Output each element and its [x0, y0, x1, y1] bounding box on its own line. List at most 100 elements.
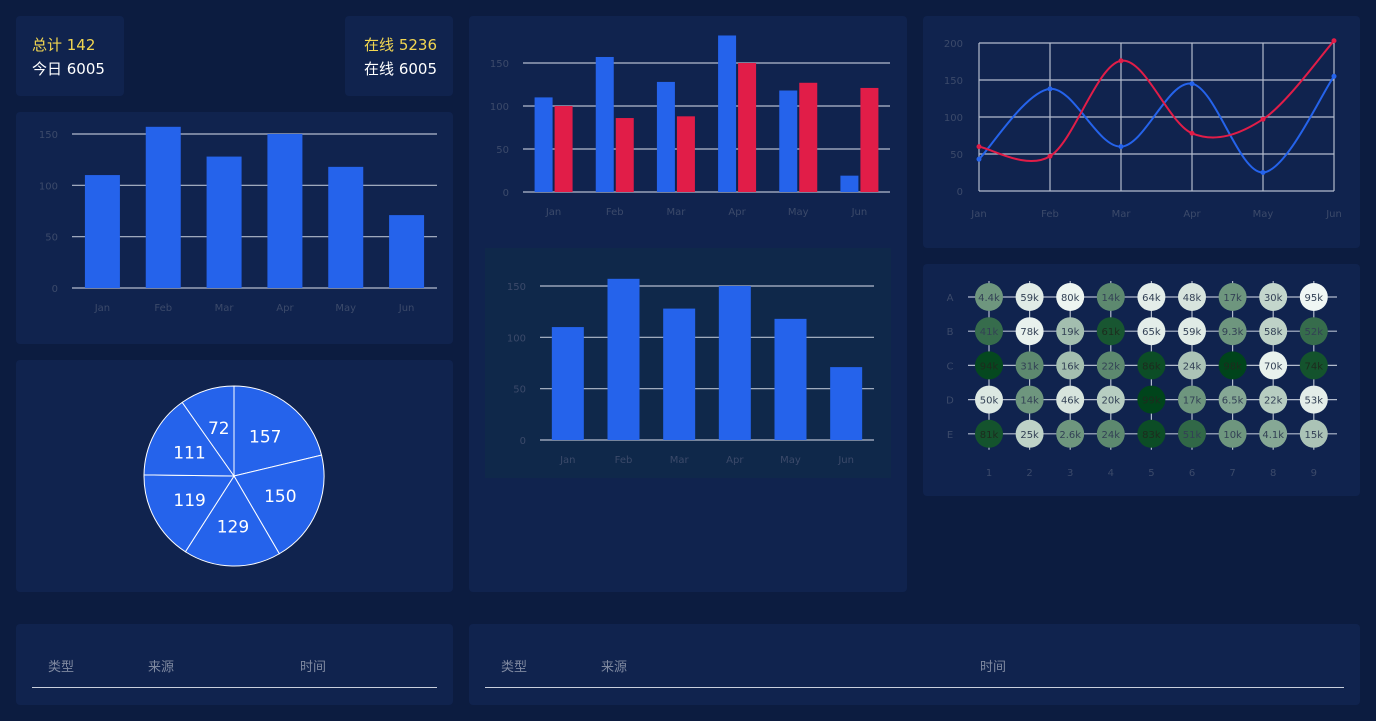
heatmap-cell-label: 52k: [1305, 327, 1324, 338]
column-header-type[interactable]: 类型: [501, 656, 527, 675]
heatmap-cell-label: 16k: [1061, 361, 1080, 372]
heatmap-cell-label: 17k: [1183, 396, 1202, 407]
table-header: 类型 来源 时间: [485, 654, 1344, 688]
bubble-heatmap: 1 2 3 4 5 6 7 8 9 A B C D E 4.4k 59k 80k 14k 64k 48k 17k 30k 9…: [946, 281, 1337, 479]
data-point: [1118, 58, 1124, 64]
table-panel-left: 类型 来源 时间: [16, 624, 453, 705]
bar: [551, 327, 584, 440]
bar-chart: 0 50 100 150 Jan Feb Mar Apr May Jun: [39, 126, 437, 314]
heatmap-cell-label: 22k: [1264, 396, 1283, 407]
pie-slice-label: 129: [217, 517, 249, 537]
heatmap-cell-label: 30k: [1264, 293, 1283, 304]
bar: [840, 175, 859, 192]
y-tick-label: 0: [520, 436, 526, 447]
bar: [389, 215, 425, 288]
table-panel-right: 类型 来源 时间: [469, 624, 1360, 705]
pie-slice-label: 157: [249, 427, 281, 447]
heatmap-cell-label: 48k: [1183, 293, 1202, 304]
total-count: 总计 142: [32, 36, 96, 54]
heatmap-cell-label: 86k: [1142, 361, 1161, 372]
x-tick-label: Feb: [154, 303, 172, 314]
data-point: [976, 144, 982, 150]
column-header-type[interactable]: 类型: [48, 656, 74, 675]
heatmap-cell-label: 80k: [1061, 293, 1080, 304]
heatmap-cell-label: 83k: [1142, 430, 1161, 441]
x-tick-label: Jun: [1325, 209, 1342, 220]
bar: [267, 134, 303, 288]
line-chart: 0 50 100 150 200 Jan Feb Mar Apr May Jun: [944, 38, 1342, 220]
x-tick-label: Apr: [276, 303, 294, 314]
column-header-time[interactable]: 时间: [980, 656, 1006, 675]
bar: [656, 81, 675, 192]
y-tick-label: C: [947, 361, 954, 372]
x-tick-label: Jun: [837, 455, 854, 466]
heatmap-cell-label: 46k: [1061, 396, 1080, 407]
heatmap-cell-label: 41k: [980, 327, 999, 338]
heatmap-cell-label: 4.4k: [978, 293, 1000, 304]
x-tick-label: 7: [1229, 468, 1235, 479]
x-tick-label: 6: [1189, 468, 1195, 479]
x-tick-label: Jan: [559, 455, 575, 466]
bar: [718, 286, 751, 440]
y-tick-label: 50: [496, 145, 509, 156]
pie-chart: 157 150 129 119 11172: [143, 385, 325, 567]
bar: [663, 308, 696, 440]
heatmap-cell-label: 53k: [1305, 396, 1324, 407]
y-tick-label: 50: [45, 233, 58, 244]
pie-slice-label: 72: [208, 419, 230, 439]
bar: [615, 118, 634, 192]
x-tick-label: May: [1253, 209, 1274, 220]
bar-chart-panel-left: 0 50 100 150 Jan Feb Mar Apr May Jun: [16, 112, 453, 344]
y-tick-label: 200: [944, 39, 963, 50]
pie-slice-label: 111: [173, 443, 205, 463]
heatmap-cell-label: 14k: [1020, 396, 1039, 407]
x-tick-label: Apr: [728, 207, 746, 218]
online-count: 在线 6005: [364, 60, 437, 78]
stat-card-online: 在线 5236 在线 6005: [345, 16, 453, 96]
x-tick-label: Mar: [215, 303, 235, 314]
grouped-bar-chart: 0 50 100 150 Jan Feb Mar Apr May Jun: [490, 35, 890, 218]
bar-chart-inner-panel: 0 50 100 150 Jan Feb Mar Apr May Jun: [485, 248, 891, 478]
bar: [860, 87, 879, 192]
y-tick-label: 0: [957, 187, 963, 198]
x-tick-label: 9: [1311, 468, 1317, 479]
x-tick-label: Mar: [1112, 209, 1132, 220]
heatmap-cell-label: 22k: [1102, 361, 1121, 372]
heatmap-cell-label: 64k: [1142, 293, 1161, 304]
bar: [145, 126, 181, 289]
data-point: [1047, 86, 1053, 92]
y-tick-label: 0: [503, 188, 509, 199]
x-tick-label: 1: [986, 468, 992, 479]
heatmap-cell-label: 98k: [1223, 361, 1242, 372]
y-tick-label: 100: [39, 181, 58, 192]
x-tick-label: Feb: [615, 455, 633, 466]
column-header-time[interactable]: 时间: [300, 656, 326, 675]
line-chart-panel: 0 50 100 150 200 Jan Feb Mar Apr May Jun: [923, 16, 1360, 248]
bar: [84, 175, 120, 288]
heatmap-cell-label: 65k: [1142, 327, 1161, 338]
y-tick-label: 150: [944, 76, 963, 87]
y-tick-label: E: [947, 430, 953, 441]
bar: [718, 35, 737, 193]
y-tick-label: 150: [490, 59, 509, 70]
series-line: [978, 40, 1335, 162]
y-tick-label: 0: [52, 284, 58, 295]
bar: [799, 82, 818, 192]
column-header-source[interactable]: 来源: [601, 656, 627, 675]
x-tick-label: 2: [1026, 468, 1032, 479]
x-tick-label: Feb: [606, 207, 624, 218]
heatmap-cell-label: 70k: [1264, 361, 1283, 372]
heatmap-cell-label: 17k: [1223, 293, 1242, 304]
heatmap-cell-label: 6.5k: [1222, 396, 1244, 407]
x-tick-label: Mar: [666, 207, 686, 218]
heatmap-cell-label: 24k: [1183, 361, 1202, 372]
x-tick-label: 5: [1148, 468, 1154, 479]
bar: [206, 156, 242, 288]
center-chart-panel: 0 50 100 150 Jan Feb Mar Apr May Jun 0 50 100 150 Jan…: [469, 16, 907, 592]
x-tick-label: Jan: [94, 303, 110, 314]
data-point: [1189, 81, 1195, 87]
column-header-source[interactable]: 来源: [148, 656, 174, 675]
x-tick-label: 4: [1108, 468, 1114, 479]
heatmap-cell-label: 14k: [1102, 293, 1121, 304]
x-tick-label: May: [780, 455, 801, 466]
